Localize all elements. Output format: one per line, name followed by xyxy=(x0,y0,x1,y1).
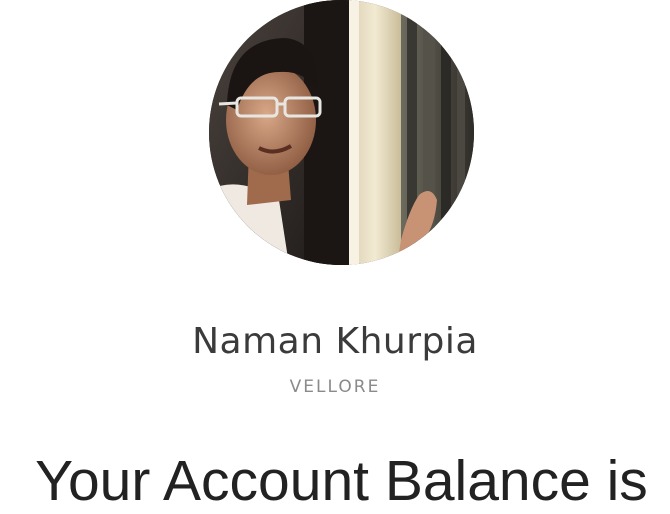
account-balance-heading: Your Account Balance is xyxy=(35,449,648,513)
profile-photo-icon xyxy=(209,0,474,265)
profile-avatar xyxy=(209,0,474,265)
profile-name: Naman Khurpia xyxy=(192,321,478,362)
profile-location: VELLORE xyxy=(289,377,381,397)
profile-page: Naman Khurpia VELLORE Your Account Balan… xyxy=(0,0,670,514)
